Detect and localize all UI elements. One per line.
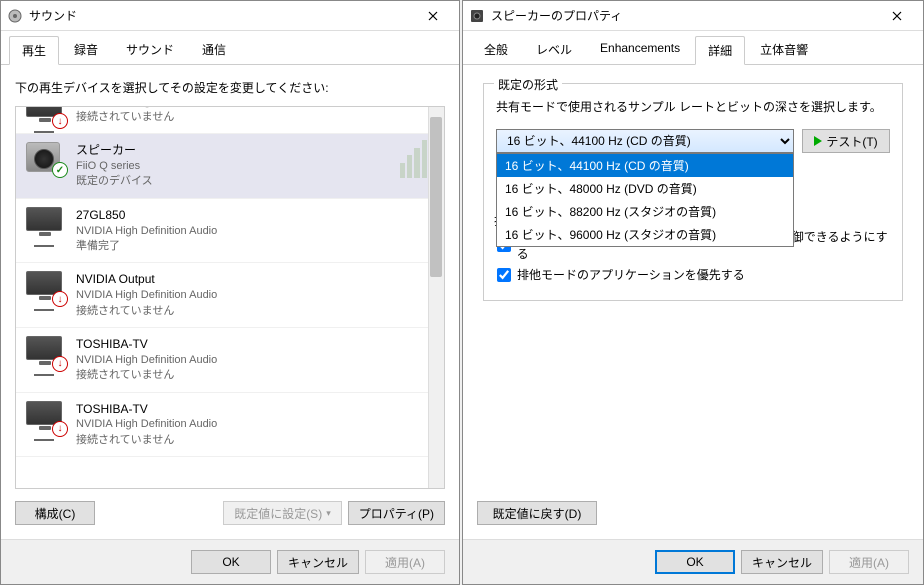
- device-name: TOSHIBA-TV: [76, 336, 217, 353]
- device-item[interactable]: ↓2- NVIDIA High Definition Audio接続されていませ…: [16, 106, 444, 134]
- device-desc: FiiO Q series: [76, 159, 153, 174]
- ok-button[interactable]: OK: [191, 550, 271, 574]
- sound-tabs: 再生録音サウンド通信: [1, 31, 459, 65]
- device-desc: NVIDIA High Definition Audio: [76, 288, 217, 303]
- apply-button[interactable]: 適用(A): [829, 550, 909, 574]
- device-desc: NVIDIA High Definition Audio: [76, 417, 217, 432]
- props-tabs: 全般レベルEnhancements詳細立体音響: [463, 31, 923, 65]
- format-option[interactable]: 16 ビット、88200 Hz (スタジオの音質): [497, 200, 793, 223]
- speaker-properties-window: スピーカーのプロパティ 全般レベルEnhancements詳細立体音響 既定の形…: [462, 0, 924, 585]
- status-down-icon: ↓: [52, 421, 68, 437]
- monitor-icon: ↓: [26, 106, 66, 125]
- cancel-button[interactable]: キャンセル: [277, 550, 359, 574]
- status-down-icon: ↓: [52, 291, 68, 307]
- sound-footer: OK キャンセル 適用(A): [1, 539, 459, 584]
- restore-defaults-button[interactable]: 既定値に戻す(D): [477, 501, 597, 525]
- device-buttons-row: 構成(C) 既定値に設定(S) プロパティ(P): [15, 501, 445, 525]
- play-icon: [814, 136, 822, 146]
- configure-button[interactable]: 構成(C): [15, 501, 95, 525]
- exclusive-priority-row: 排他モードのアプリケーションを優先する: [497, 266, 889, 283]
- device-status: 接続されていません: [76, 368, 217, 383]
- sound-title: サウンド: [29, 7, 413, 24]
- default-format-group: 既定の形式 共有モードで使用されるサンプル レートとビットの深さを選択します。 …: [483, 83, 903, 301]
- format-combo[interactable]: 16 ビット、44100 Hz (CD の音質): [496, 129, 794, 153]
- device-name: NVIDIA Output: [76, 271, 217, 288]
- device-desc: NVIDIA High Definition Audio: [76, 353, 217, 368]
- tab-レベル[interactable]: レベル: [523, 35, 585, 64]
- test-button[interactable]: テスト(T): [802, 129, 890, 153]
- sound-content: 下の再生デバイスを選択してその設定を変更してください: ↓2- NVIDIA H…: [1, 65, 459, 539]
- props-footer: OK キャンセル 適用(A): [463, 539, 923, 584]
- instruction-text: 下の再生デバイスを選択してその設定を変更してください:: [15, 79, 445, 96]
- device-status: 準備完了: [76, 239, 217, 254]
- status-ok-icon: ✓: [52, 162, 68, 178]
- properties-button[interactable]: プロパティ(P): [348, 501, 445, 525]
- restore-row: 既定値に戻す(D): [477, 501, 909, 525]
- device-name: スピーカー: [76, 142, 153, 159]
- monitor-icon: ↓: [26, 271, 66, 303]
- format-option[interactable]: 16 ビット、44100 Hz (CD の音質): [497, 154, 793, 177]
- ok-button[interactable]: OK: [655, 550, 735, 574]
- props-content: 既定の形式 共有モードで使用されるサンプル レートとビットの深さを選択します。 …: [463, 65, 923, 539]
- device-status: 接続されていません: [76, 433, 217, 448]
- tab-詳細[interactable]: 詳細: [695, 36, 745, 65]
- exclusive-priority-checkbox[interactable]: [497, 268, 511, 282]
- format-option[interactable]: 16 ビット、48000 Hz (DVD の音質): [497, 177, 793, 200]
- sound-icon: [7, 8, 23, 24]
- cancel-button[interactable]: キャンセル: [741, 550, 823, 574]
- device-desc: NVIDIA High Definition Audio: [76, 224, 217, 239]
- tab-立体音響[interactable]: 立体音響: [747, 35, 821, 64]
- device-list[interactable]: ↓2- NVIDIA High Definition Audio接続されていませ…: [15, 106, 445, 489]
- device-status: 接続されていません: [76, 304, 217, 319]
- speaker-icon: ✓: [26, 142, 66, 174]
- format-row: 16 ビット、44100 Hz (CD の音質) テスト(T) 16 ビット、4…: [496, 129, 890, 153]
- device-item[interactable]: ↓ TOSHIBA-TVNVIDIA High Definition Audio接…: [16, 393, 444, 458]
- scrollbar[interactable]: [428, 107, 444, 488]
- device-item[interactable]: ↓ NVIDIA OutputNVIDIA High Definition Aud…: [16, 263, 444, 328]
- scroll-thumb[interactable]: [430, 117, 442, 277]
- tab-Enhancements[interactable]: Enhancements: [587, 35, 693, 64]
- tab-通信[interactable]: 通信: [189, 35, 239, 64]
- monitor-icon: ↓: [26, 336, 66, 368]
- device-status: 既定のデバイス: [76, 174, 153, 189]
- sound-titlebar: サウンド: [1, 1, 459, 31]
- speaker-icon: [469, 8, 485, 24]
- close-button[interactable]: [413, 2, 453, 30]
- monitor-icon: ↓: [26, 401, 66, 433]
- status-down-icon: ↓: [52, 113, 68, 129]
- props-titlebar: スピーカーのプロパティ: [463, 1, 923, 31]
- close-button[interactable]: [877, 2, 917, 30]
- monitor-icon: [26, 207, 66, 239]
- set-default-button[interactable]: 既定値に設定(S): [223, 501, 342, 525]
- props-title: スピーカーのプロパティ: [491, 7, 877, 24]
- exclusive-priority-label: 排他モードのアプリケーションを優先する: [517, 266, 745, 283]
- device-item[interactable]: ✓ スピーカーFiiO Q series既定のデバイス: [16, 134, 444, 199]
- tab-全般[interactable]: 全般: [471, 35, 521, 64]
- default-format-title: 既定の形式: [494, 76, 562, 93]
- tab-再生[interactable]: 再生: [9, 36, 59, 65]
- format-option[interactable]: 16 ビット、96000 Hz (スタジオの音質): [497, 223, 793, 246]
- device-item[interactable]: 27GL850NVIDIA High Definition Audio準備完了: [16, 199, 444, 264]
- sound-window: サウンド 再生録音サウンド通信 下の再生デバイスを選択してその設定を変更してくだ…: [0, 0, 460, 585]
- device-name: 27GL850: [76, 207, 217, 224]
- apply-button[interactable]: 適用(A): [365, 550, 445, 574]
- default-format-desc: 共有モードで使用されるサンプル レートとビットの深さを選択します。: [496, 98, 890, 115]
- device-item[interactable]: ↓ TOSHIBA-TVNVIDIA High Definition Audio接…: [16, 328, 444, 393]
- status-down-icon: ↓: [52, 356, 68, 372]
- device-status: 接続されていません: [76, 110, 244, 125]
- tab-サウンド[interactable]: サウンド: [113, 35, 187, 64]
- format-dropdown[interactable]: 16 ビット、44100 Hz (CD の音質)16 ビット、48000 Hz …: [496, 153, 794, 247]
- device-name: TOSHIBA-TV: [76, 401, 217, 418]
- tab-録音[interactable]: 録音: [61, 35, 111, 64]
